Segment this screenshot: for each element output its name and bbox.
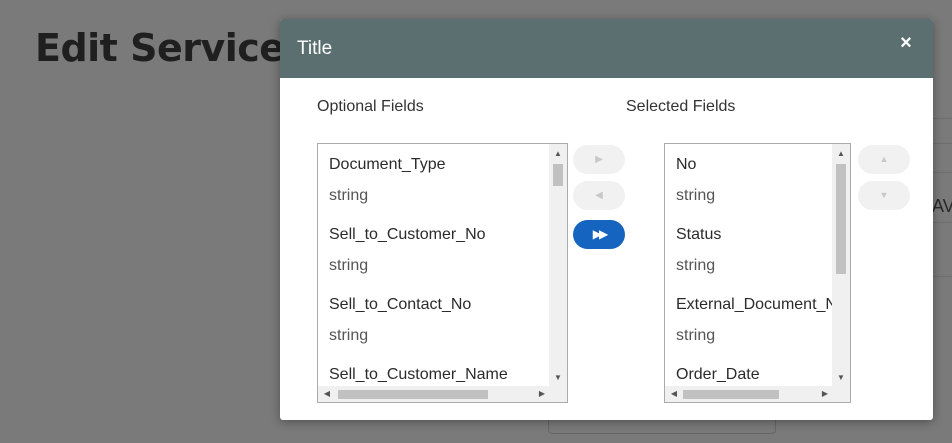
bg-divider (930, 222, 952, 223)
selected-fields-label: Selected Fields (626, 98, 736, 115)
field-type: string (329, 327, 369, 344)
vertical-scrollbar[interactable]: ▲ ▼ (549, 144, 567, 386)
bg-divider (930, 172, 952, 173)
optional-fields-list[interactable]: Document_Type string Sell_to_Customer_No st… (317, 143, 568, 403)
bg-divider (930, 118, 952, 119)
move-up-button[interactable]: ▲ (858, 145, 910, 174)
move-left-button[interactable]: ◀ (573, 181, 625, 210)
move-right-button[interactable]: ▶ (573, 145, 625, 174)
field-type: string (676, 327, 716, 344)
scroll-up-icon[interactable]: ▲ (832, 146, 850, 162)
list-item[interactable]: Order_Datestring (665, 354, 832, 386)
list-item[interactable]: No string (665, 144, 832, 214)
dialog-title: Title (297, 38, 333, 59)
scroll-down-icon[interactable]: ▼ (549, 370, 567, 386)
field-name: Order_Date (676, 366, 760, 383)
scroll-thumb[interactable] (683, 390, 779, 399)
move-all-right-button[interactable]: ▶▶ (573, 220, 625, 249)
list-item[interactable]: External_Document_Nostring (665, 284, 832, 354)
field-name: Status (676, 226, 722, 243)
horizontal-scrollbar[interactable]: ◀ ▶ (318, 386, 567, 402)
move-down-button[interactable]: ▼ (858, 181, 910, 210)
scroll-up-icon[interactable]: ▲ (549, 146, 567, 162)
field-name: Document_Type (329, 156, 446, 173)
horizontal-scrollbar[interactable]: ◀ ▶ (665, 386, 850, 402)
field-name: Sell_to_Customer_Name (329, 366, 508, 383)
field-type: string (676, 187, 716, 204)
bg-divider (930, 276, 952, 277)
field-type: string (329, 187, 369, 204)
selected-fields-items: No string Status string External_Document_No… (665, 144, 832, 386)
field-type: string (329, 257, 369, 274)
list-item[interactable]: Sell_to_Customer_Namestring (318, 354, 549, 386)
scroll-thumb[interactable] (836, 164, 846, 274)
field-name: No (676, 156, 697, 173)
field-name: External_Document_No (676, 296, 832, 313)
list-item[interactable]: Sell_to_Contact_Nostring (318, 284, 549, 354)
page-title: Edit Service (35, 26, 285, 70)
scroll-left-icon[interactable]: ◀ (667, 386, 681, 402)
list-item[interactable]: Document_Typestring (318, 144, 549, 214)
scroll-thumb[interactable] (338, 390, 488, 399)
optional-fields-items: Document_Type string Sell_to_Customer_No st… (318, 144, 549, 386)
field-name: Sell_to_Contact_No (329, 296, 472, 313)
bg-partial-text: AV (932, 196, 952, 216)
close-icon[interactable]: × (897, 33, 915, 53)
field-picker-dialog: Title × Optional Fields Selected Fields … (280, 19, 933, 420)
field-type: string (676, 257, 716, 274)
vertical-scrollbar[interactable]: ▲ ▼ (832, 144, 850, 386)
scroll-down-icon[interactable]: ▼ (832, 370, 850, 386)
field-name: Sell_to_Customer_No (329, 226, 486, 243)
scroll-right-icon[interactable]: ▶ (818, 386, 832, 402)
dialog-header: Title × (280, 19, 933, 78)
list-item[interactable]: Status string (665, 214, 832, 284)
selected-fields-list[interactable]: No string Status string External_Document_No… (664, 143, 851, 403)
scroll-thumb[interactable] (553, 164, 563, 186)
optional-fields-label: Optional Fields (317, 98, 424, 115)
scroll-left-icon[interactable]: ◀ (320, 386, 334, 402)
list-item[interactable]: Sell_to_Customer_Nostring (318, 214, 549, 284)
bg-divider (930, 143, 952, 144)
scroll-right-icon[interactable]: ▶ (535, 386, 549, 402)
